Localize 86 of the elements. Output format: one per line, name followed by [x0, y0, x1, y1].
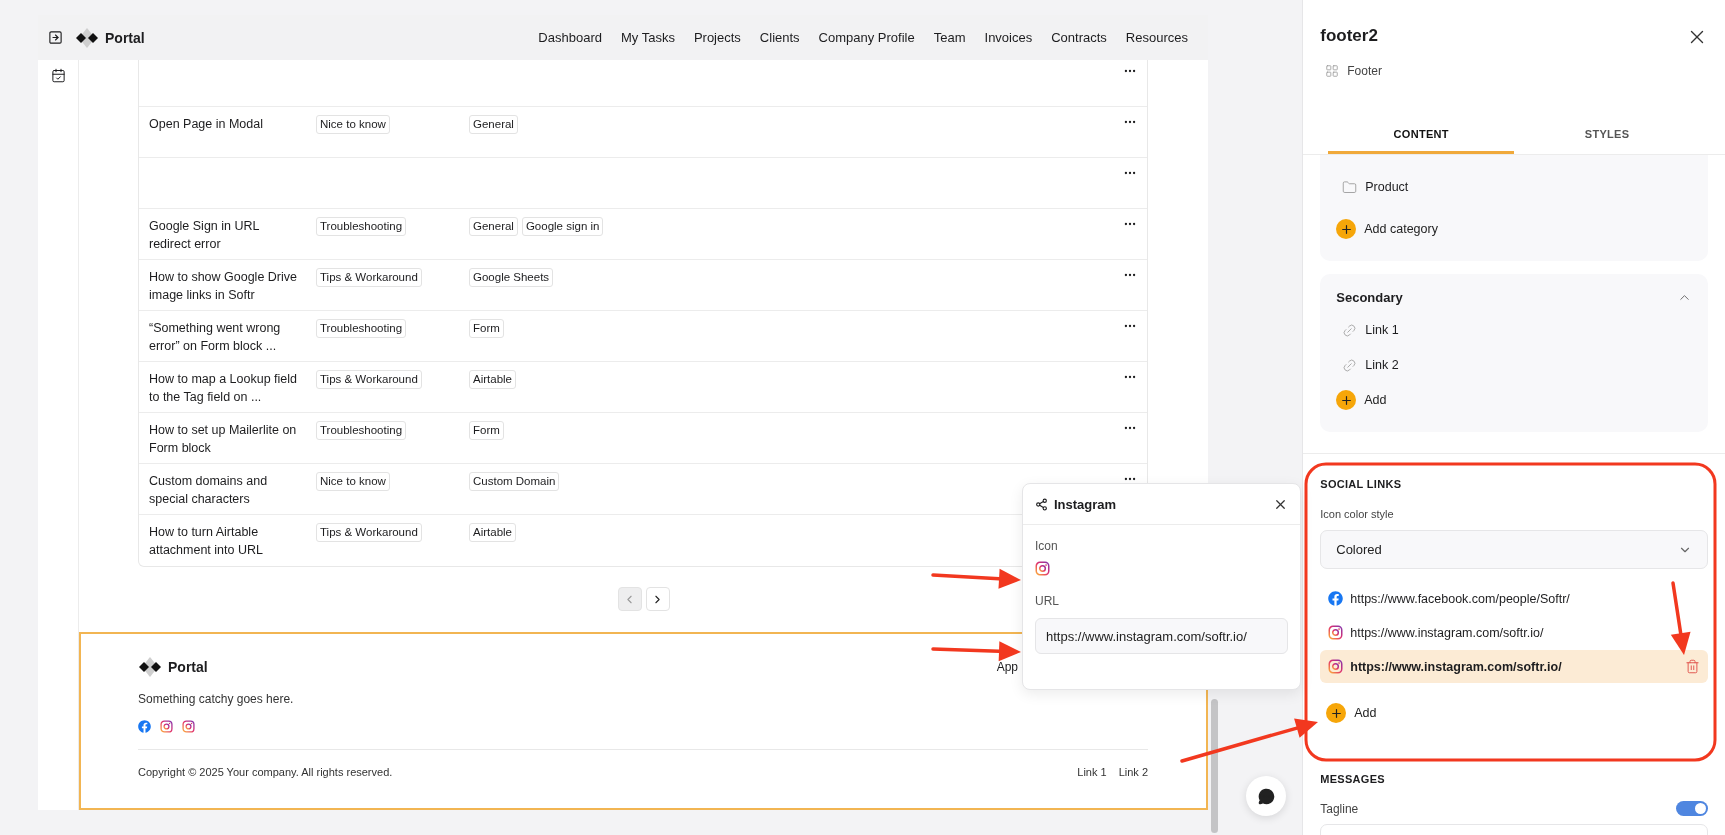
- footer-tagline: Something catchy goes here.: [138, 691, 295, 706]
- field-label: Tagline: [1320, 801, 1359, 816]
- tag: General: [469, 115, 518, 134]
- plus-icon: [1336, 219, 1357, 239]
- nav-link[interactable]: Company Profile: [818, 30, 915, 45]
- logo-icon: [138, 655, 162, 678]
- nav-link[interactable]: Clients: [759, 30, 800, 45]
- brand-name: Portal: [168, 658, 208, 675]
- tag: Custom Domain: [469, 472, 560, 491]
- tag: General: [469, 217, 518, 236]
- category-tag: Nice to know: [316, 472, 390, 491]
- nav-link[interactable]: Invoices: [984, 30, 1033, 45]
- tag: Form: [469, 421, 504, 440]
- facebook-icon: [1328, 591, 1344, 606]
- copyright-text: Copyright © 2025 Your company. All rights reserved.: [138, 765, 393, 778]
- link-item[interactable]: Link 1: [1365, 323, 1399, 337]
- nav-link[interactable]: Projects: [693, 30, 741, 45]
- card-title: Secondary: [1336, 290, 1403, 305]
- category-tag: Tips & Workaround: [316, 523, 422, 542]
- section-heading: SOCIAL LINKS: [1320, 478, 1403, 490]
- nav-link[interactable]: Resources: [1125, 30, 1188, 45]
- sidebar-toggle-icon[interactable]: [48, 30, 63, 45]
- nav-link[interactable]: Dashboard: [538, 30, 602, 45]
- tag: Airtable: [469, 523, 516, 542]
- url-field[interactable]: https://www.instagram.com/softr.io/: [1035, 618, 1288, 654]
- tag: Airtable: [469, 370, 516, 389]
- instagram-icon: [1328, 625, 1344, 640]
- next-page-button[interactable]: [645, 587, 670, 612]
- logo-icon: [75, 26, 99, 49]
- category-tag: Troubleshooting: [316, 319, 407, 338]
- tag: Google Sheets: [469, 268, 554, 287]
- category-tag: Tips & Workaround: [316, 370, 422, 389]
- add-social-link-button[interactable]: Add: [1326, 703, 1377, 723]
- instagram-icon: [182, 719, 195, 733]
- grid-icon: [1325, 64, 1340, 78]
- instagram-icon: [1328, 659, 1344, 674]
- article-title: Google Sign in URL redirect error: [149, 218, 261, 253]
- field-label: Icon: [1035, 539, 1059, 553]
- link-item[interactable]: Link 2: [1365, 358, 1399, 372]
- instagram-icon: [160, 719, 173, 733]
- social-link-row[interactable]: https://www.facebook.com/people/Softr/: [1320, 582, 1708, 615]
- footer-link[interactable]: Link 2: [1118, 765, 1148, 778]
- instagram-icon: [1035, 561, 1050, 576]
- nav-link[interactable]: Team: [933, 30, 966, 45]
- section-heading: MESSAGES: [1320, 773, 1386, 785]
- plus-icon: [1326, 703, 1347, 723]
- calendar-icon[interactable]: [50, 68, 66, 83]
- add-category-button[interactable]: Add category: [1336, 219, 1692, 239]
- footer-link[interactable]: Link 1: [1077, 765, 1107, 778]
- field-label: Icon color style: [1320, 508, 1395, 520]
- add-link-button[interactable]: Add: [1336, 390, 1692, 410]
- share-icon: [1035, 497, 1048, 511]
- footer-link[interactable]: App: [996, 659, 1018, 674]
- scrollbar-thumb[interactable]: [1211, 699, 1218, 833]
- tag: Form: [469, 319, 504, 338]
- category-tag: Tips & Workaround: [316, 268, 422, 287]
- folder-icon: [1342, 179, 1358, 195]
- chat-button[interactable]: [1246, 776, 1286, 816]
- nav-link[interactable]: Contracts: [1051, 30, 1107, 45]
- article-title: How to set up Mailerlite on Form block: [149, 422, 298, 457]
- tag: Google sign in: [521, 217, 604, 236]
- block-type: Footer: [1347, 64, 1382, 78]
- article-title: How to turn Airtable attachment into URL: [149, 524, 264, 559]
- article-title: How to map a Lookup field to the Tag field on ...: [149, 371, 298, 406]
- category-item[interactable]: Product: [1365, 180, 1409, 194]
- panel-title: footer2: [1320, 26, 1378, 46]
- social-link-row[interactable]: https://www.instagram.com/softr.io/: [1320, 650, 1708, 683]
- category-tag: Troubleshooting: [316, 421, 407, 440]
- field-label: URL: [1035, 594, 1060, 608]
- article-title: Open Page in Modal: [149, 116, 264, 133]
- plus-icon: [1336, 390, 1357, 410]
- icon-style-select[interactable]: Colored: [1320, 530, 1708, 569]
- chat-icon: [1257, 787, 1275, 805]
- tagline-toggle[interactable]: [1676, 801, 1708, 816]
- article-title: Custom domains and special characters: [149, 473, 269, 508]
- nav-link[interactable]: My Tasks: [620, 30, 675, 45]
- category-tag: Troubleshooting: [316, 217, 407, 236]
- social-link-row[interactable]: https://www.instagram.com/softr.io/: [1320, 616, 1708, 649]
- brand-name: Portal: [105, 29, 145, 46]
- panel-tab[interactable]: STYLES: [1514, 116, 1700, 154]
- facebook-icon: [138, 719, 151, 733]
- article-title: How to show Google Drive image links in Softr: [149, 269, 298, 304]
- delete-icon[interactable]: [1685, 659, 1700, 674]
- article-title: “Something went wrong error” on Form block ...: [149, 320, 282, 355]
- popup-title: Instagram: [1054, 496, 1117, 512]
- category-tag: Nice to know: [316, 115, 390, 134]
